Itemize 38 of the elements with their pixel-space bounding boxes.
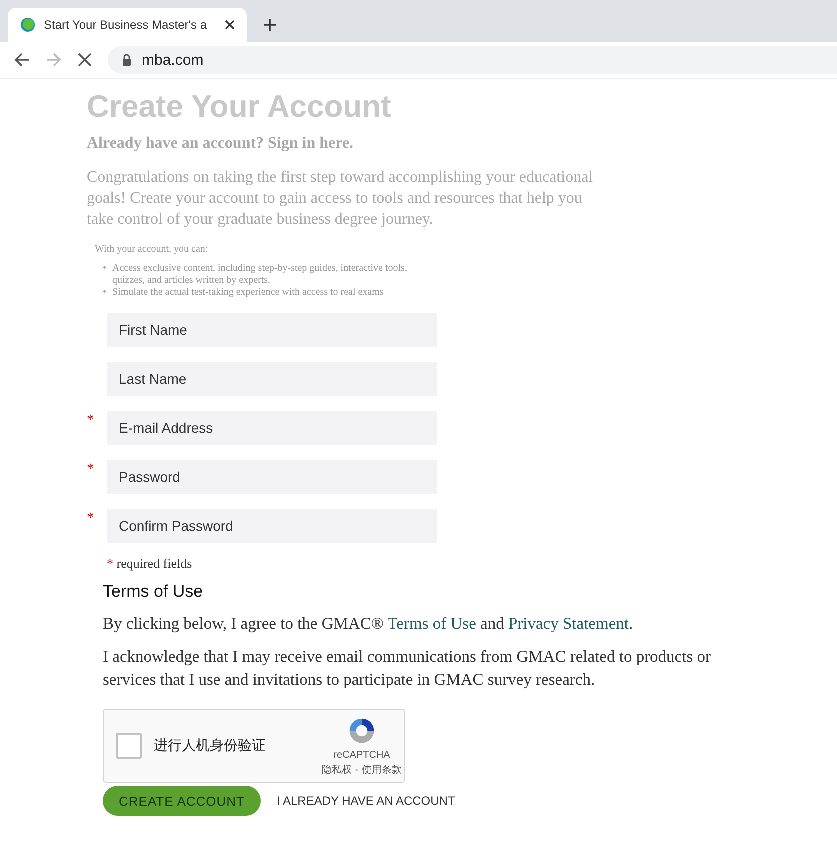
benefit-item: Simulate the actual test-taking experience with access to real exams <box>112 287 384 299</box>
intro-paragraph: Congratulations on taking the first step toward accomplishing your educational goals! Create your account to gain access to tools and resources that help you take control of your graduate business degree journey. <box>87 168 594 230</box>
input-field[interactable]: First Name <box>107 313 437 347</box>
existing-account-link[interactable]: I ALREADY HAVE AN ACCOUNT <box>277 794 456 808</box>
acknowledgement-text: I acknowledge that I may receive email communications from GMAC related to products or services that I use and invitations to participate in GMAC survey research. <box>103 646 712 691</box>
benefits-heading: With your account, you can: <box>95 244 210 255</box>
separator-text: - <box>354 765 360 776</box>
terms-agreement: By clicking below, I agree to the GMAC® Terms of Use and Privacy Statement. <box>103 613 634 635</box>
create-account-button[interactable]: CREATE ACCOUNT <box>103 786 261 816</box>
captcha-label: 进行人机身份验证 <box>154 737 266 755</box>
url-text: mba.com <box>142 52 204 68</box>
input-field[interactable]: E-mail Address <box>107 411 437 445</box>
stop-icon[interactable] <box>78 53 92 67</box>
browser-tab[interactable]: Start Your Business Master's a <box>8 8 247 42</box>
required-mark: * <box>87 413 94 428</box>
tab-title: Start Your Business Master's a <box>44 18 208 32</box>
input-field[interactable]: Last Name <box>107 362 437 396</box>
terms-heading: Terms of Use <box>103 582 204 602</box>
terms-link[interactable]: Terms of Use <box>388 614 476 633</box>
address-bar[interactable]: mba.com <box>108 46 837 74</box>
required-note: * required fields <box>107 556 194 572</box>
close-tab-icon[interactable] <box>225 20 235 30</box>
lock-icon <box>122 54 132 66</box>
site-favicon-icon <box>20 17 36 33</box>
input-field[interactable]: Password <box>107 460 437 494</box>
captcha-brand: reCAPTCHA <box>334 750 390 761</box>
captcha-terms-link[interactable]: 使用条款 <box>362 765 402 776</box>
back-icon[interactable] <box>14 52 30 68</box>
input-field[interactable]: Confirm Password <box>107 509 437 543</box>
bullet-mark: • <box>103 287 107 299</box>
captcha-privacy-link[interactable]: 隐私权 <box>322 765 352 776</box>
required-mark: * <box>87 511 94 526</box>
captcha-checkbox[interactable] <box>116 733 142 759</box>
required-mark: * <box>87 462 94 477</box>
new-tab-icon[interactable] <box>263 18 277 32</box>
benefit-item: Access exclusive content, including step-by-step guides, interactive tools, quizzes, and articles written by experts. <box>112 263 408 287</box>
privacy-link[interactable]: Privacy Statement <box>508 614 629 633</box>
bullet-mark: • <box>103 263 107 276</box>
